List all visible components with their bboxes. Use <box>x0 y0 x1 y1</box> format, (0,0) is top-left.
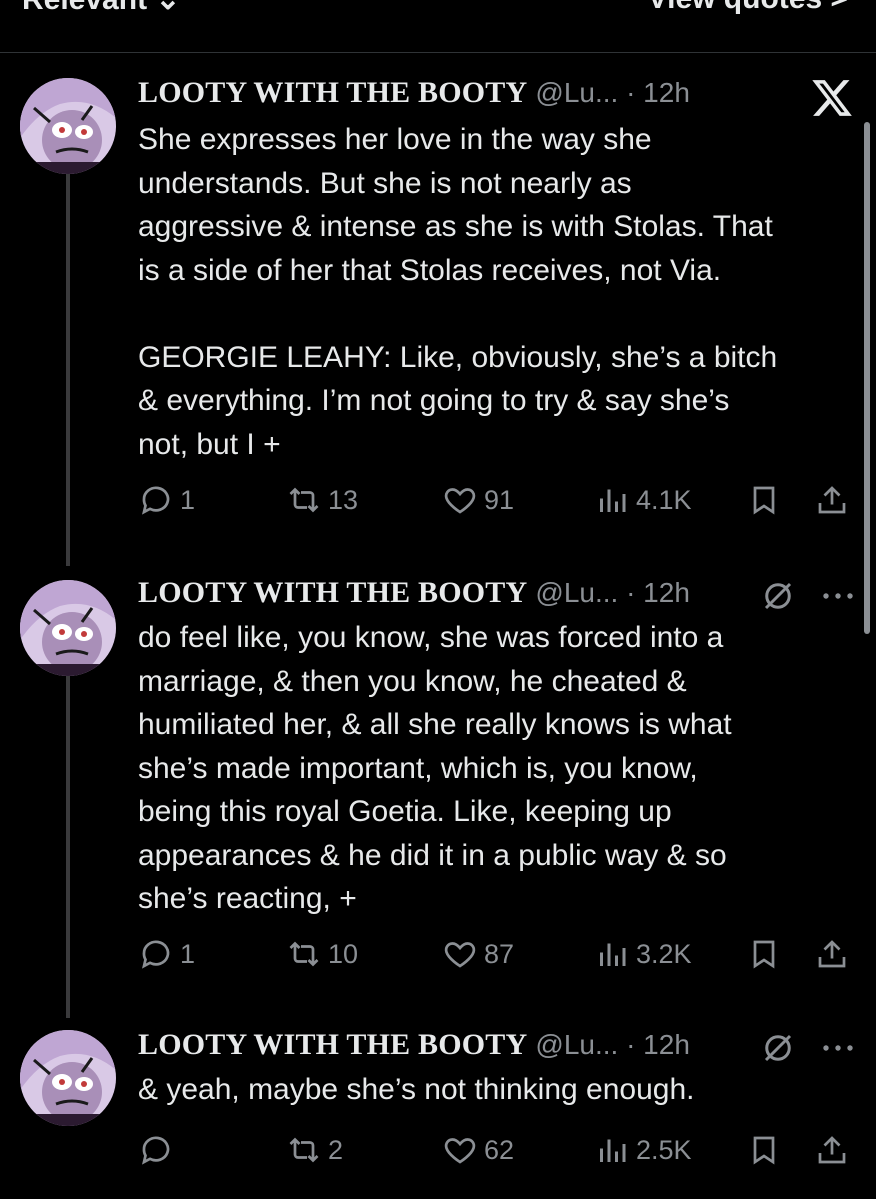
grok-icon[interactable] <box>760 578 796 614</box>
like-button[interactable]: 62 <box>442 1130 514 1170</box>
x-logo-icon <box>812 80 852 116</box>
heart-icon <box>444 1138 476 1164</box>
scrollbar[interactable] <box>864 122 870 634</box>
action-bar: 1 13 91 4.1K <box>0 480 876 520</box>
reply-count: 1 <box>180 938 196 969</box>
repost-icon <box>289 1137 319 1163</box>
repost-count: 10 <box>328 938 359 969</box>
handle-and-time: @Lu... · 12h <box>535 1029 690 1060</box>
bookmark-button[interactable] <box>746 934 782 974</box>
display-name[interactable]: LOOTY WITH THE BOOTY <box>138 76 527 109</box>
views-button[interactable]: 3.2K <box>594 934 692 974</box>
heart-icon <box>444 488 476 514</box>
heart-icon <box>444 942 476 968</box>
post-text: She expresses her love in the way she un… <box>138 123 778 461</box>
repost-icon <box>289 941 319 967</box>
handle-and-time: @Lu... · 12h <box>535 77 690 108</box>
repost-button[interactable]: 10 <box>286 934 358 974</box>
repost-icon <box>289 487 319 513</box>
views-button[interactable]: 4.1K <box>594 480 692 520</box>
grok-icon[interactable] <box>760 1030 796 1066</box>
reply-button[interactable]: 1 <box>138 480 195 520</box>
view-quotes-link[interactable]: View quotes > <box>648 0 848 16</box>
action-bar: 1 10 87 3.2K <box>0 934 876 974</box>
post-header: LOOTY WITH THE BOOTY @Lu... · 12h <box>138 76 690 116</box>
views-button[interactable]: 2.5K <box>594 1130 692 1170</box>
reply-icon <box>142 486 170 515</box>
repost-count: 2 <box>328 1134 344 1165</box>
more-options-icon[interactable] <box>820 1030 856 1066</box>
repost-button[interactable]: 2 <box>286 1130 343 1170</box>
display-name[interactable]: LOOTY WITH THE BOOTY <box>138 1028 527 1061</box>
views-icon <box>600 943 626 966</box>
repost-button[interactable]: 13 <box>286 480 358 520</box>
reply-icon <box>142 1136 170 1165</box>
views-count: 4.1K <box>636 484 692 515</box>
reply-icon <box>142 940 170 969</box>
avatar[interactable] <box>20 78 116 174</box>
more-options-icon[interactable] <box>820 578 856 614</box>
bookmark-icon <box>753 1136 775 1165</box>
like-count: 87 <box>484 938 515 969</box>
like-button[interactable]: 87 <box>442 934 514 974</box>
bookmark-button[interactable] <box>746 480 782 520</box>
sort-relevant-button[interactable]: Relevant ⌄ <box>22 0 181 17</box>
handle-and-time: @Lu... · 12h <box>535 577 690 608</box>
share-button[interactable] <box>814 480 850 520</box>
views-icon <box>600 1139 626 1162</box>
share-button[interactable] <box>814 934 850 974</box>
bookmark-icon <box>753 940 775 969</box>
post-header: LOOTY WITH THE BOOTY @Lu... · 12h <box>138 576 690 616</box>
share-button[interactable] <box>814 1130 850 1170</box>
avatar[interactable] <box>20 580 116 676</box>
reply-button[interactable] <box>138 1130 180 1170</box>
views-count: 3.2K <box>636 938 692 969</box>
reply-button[interactable]: 1 <box>138 934 195 974</box>
avatar[interactable] <box>20 1030 116 1126</box>
share-icon <box>818 1136 846 1164</box>
repost-count: 13 <box>328 484 359 515</box>
share-icon <box>818 486 846 514</box>
display-name[interactable]: LOOTY WITH THE BOOTY <box>138 576 527 609</box>
sort-bar: Relevant ⌄ View quotes > <box>0 0 876 53</box>
avatar-illustration-icon <box>20 78 116 174</box>
like-button[interactable]: 91 <box>442 480 514 520</box>
share-icon <box>818 940 846 968</box>
views-count: 2.5K <box>636 1134 692 1165</box>
post-header: LOOTY WITH THE BOOTY @Lu... · 12h <box>138 1028 690 1068</box>
like-count: 62 <box>484 1134 515 1165</box>
avatar-illustration-icon <box>20 580 116 676</box>
avatar-illustration-icon <box>20 1030 116 1126</box>
bookmark-button[interactable] <box>746 1130 782 1170</box>
reply-count: 1 <box>180 484 196 515</box>
views-icon <box>600 489 626 512</box>
like-count: 91 <box>484 484 515 515</box>
action-bar: 2 62 2.5K <box>0 1130 876 1170</box>
post-text: do feel like, you know, she was forced i… <box>138 621 732 915</box>
bookmark-icon <box>753 486 775 515</box>
post-text: & yeah, maybe she’s not thinking enough. <box>138 1073 695 1106</box>
